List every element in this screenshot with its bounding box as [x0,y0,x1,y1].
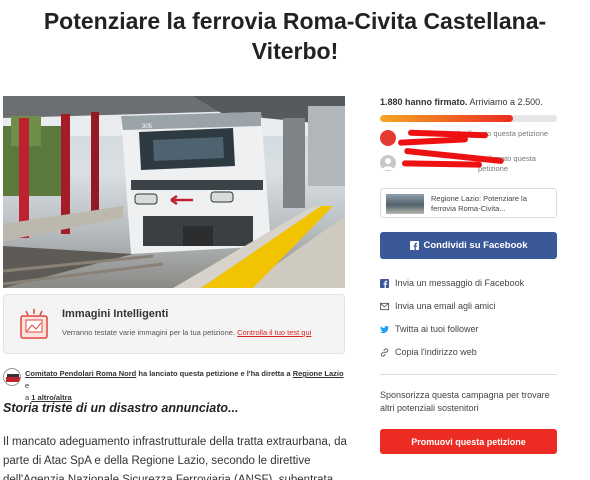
recent-signer-2: ha firmato questa petizione [380,147,560,179]
smart-images-box: Immagini Intelligenti Verranno testate v… [3,294,345,354]
share-twitter-link[interactable]: Twitta ai tuoi follower [380,321,479,337]
decision-maker-card[interactable]: Regione Lazio: Potenziare la ferrovia Ro… [380,188,557,218]
envelope-icon [380,302,389,310]
signer-avatar [380,130,396,146]
starter-text: Comitato Pendolari Roma Nord ha lanciato… [25,368,345,404]
decision-card-thumbnail [386,194,424,214]
twitter-icon [380,325,389,333]
signature-goal: Arriviamo a 2.500. [469,97,543,107]
starter-logo-icon [6,374,20,382]
share-email-link[interactable]: Invia una email agli amici [380,298,496,314]
petition-hero-image: 305 [3,96,345,288]
share-email-label: Invia una email agli amici [395,301,496,311]
smart-images-icon [20,309,48,339]
share-facebook-button[interactable]: Condividi su Facebook [380,232,557,259]
facebook-icon [380,278,389,288]
share-messenger-label: Invia un messaggio di Facebook [395,278,525,288]
signature-count-value: 1.880 hanno firmato. [380,97,468,107]
starter-org-link[interactable]: Comitato Pendolari Roma Nord [25,369,136,378]
user-silhouette-icon [382,158,394,170]
signature-count: 1.880 hanno firmato. Arriviamo a 2.500. [380,97,543,107]
signature-progress-fill [380,115,513,122]
story-paragraph: Il mancato adeguamento infrastrutturale … [3,436,347,480]
petition-title: Potenziare la ferrovia Roma-Civita Caste… [20,6,570,66]
sidebar-divider [380,374,557,375]
facebook-icon [409,241,419,250]
petition-title-line-2: Viterbo! [251,38,339,64]
smart-images-desc-text: Verranno testate varie immagini per la t… [62,328,236,337]
link-icon [380,347,389,357]
share-facebook-label: Condividi su Facebook [423,240,528,251]
smart-images-description: Verranno testate varie immagini per la t… [62,328,311,337]
smart-images-title: Immagini Intelligenti [62,308,169,320]
sponsor-text: Sponsorizza questa campagna per trovare … [380,390,550,413]
copy-link[interactable]: Copia l'indirizzo web [380,344,477,360]
promote-petition-label: Promuovi questa petizione [411,436,526,447]
train-illustration: 305 [3,96,345,288]
decision-maker-link[interactable]: Regione Lazio [293,369,344,378]
share-messenger-link[interactable]: Invia un messaggio di Facebook [380,275,524,291]
signer-avatar [380,155,396,171]
check-test-link[interactable]: Controlla il tuo test qui [237,328,311,337]
starter-join-text: e [25,381,30,390]
copy-link-label: Copia l'indirizzo web [395,347,477,357]
petition-title-line-1: Potenziare la ferrovia Roma-Civita Caste… [43,8,547,34]
decision-card-text: Regione Lazio: Potenziare la ferrovia Ro… [431,194,527,213]
story-title: Storia triste di un disastro annunciato.… [3,401,239,415]
signature-progress-bar [380,115,557,122]
train-number: 305 [142,124,153,130]
starter-mid-text: ha lanciato questa petizione e l'ha dire… [138,369,291,378]
share-twitter-label: Twitta ai tuoi follower [395,324,479,334]
promote-petition-button[interactable]: Promuovi questa petizione [380,429,557,454]
starter-avatar[interactable] [3,368,21,386]
